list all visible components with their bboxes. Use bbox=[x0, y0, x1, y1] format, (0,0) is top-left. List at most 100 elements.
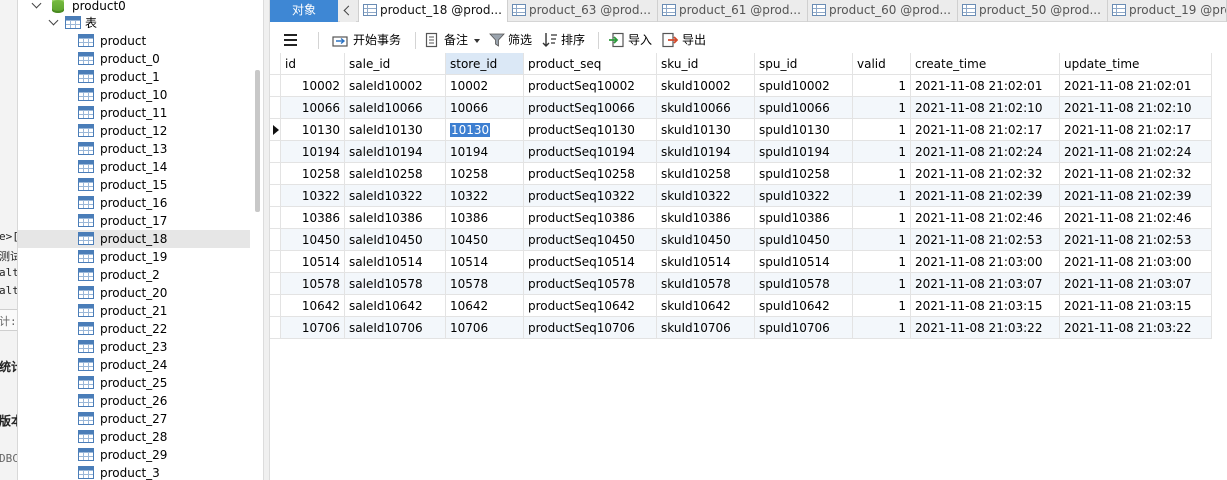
grid-cell-store-id[interactable]: 10386 bbox=[446, 207, 524, 229]
grid-cell-create-time[interactable]: 2021-11-08 21:02:39 bbox=[911, 185, 1060, 207]
grid-cell-spu-id[interactable]: spuId10002 bbox=[755, 75, 853, 97]
grid-cell-sku-id[interactable]: skuId10386 bbox=[657, 207, 755, 229]
grid-cell-valid[interactable]: 1 bbox=[853, 295, 911, 317]
menu-icon[interactable] bbox=[284, 34, 297, 46]
tree-item-product-3[interactable]: product_3 bbox=[18, 464, 250, 480]
tree-item-product-2[interactable]: product_2 bbox=[18, 266, 250, 284]
grid-cell-product-seq[interactable]: productSeq10130 bbox=[524, 119, 657, 141]
caret-down-icon[interactable] bbox=[474, 39, 480, 43]
grid-cell-valid[interactable]: 1 bbox=[853, 141, 911, 163]
table-row[interactable]: 10258 saleId10258 10258 productSeq10258 skuI… bbox=[270, 163, 1212, 185]
grid-cell-valid[interactable]: 1 bbox=[853, 185, 911, 207]
tree-item-product-29[interactable]: product_29 bbox=[18, 446, 250, 464]
grid-cell-create-time[interactable]: 2021-11-08 21:02:46 bbox=[911, 207, 1060, 229]
column-header-valid[interactable]: valid bbox=[853, 53, 911, 75]
grid-cell-store-id[interactable]: 10514 bbox=[446, 251, 524, 273]
tree-item-product-25[interactable]: product_25 bbox=[18, 374, 250, 392]
tab-table[interactable]: product_19 @prod bbox=[1108, 0, 1227, 22]
grid-cell-create-time[interactable]: 2021-11-08 21:02:24 bbox=[911, 141, 1060, 163]
grid-cell-store-id[interactable]: 10578 bbox=[446, 273, 524, 295]
tab-table[interactable]: product_60 @prod... bbox=[808, 0, 958, 22]
tree-item-product-20[interactable]: product_20 bbox=[18, 284, 250, 302]
table-row[interactable]: 10002 saleId10002 10002 productSeq10002 skuI… bbox=[270, 75, 1212, 97]
column-header-update-time[interactable]: update_time bbox=[1060, 53, 1212, 75]
grid-cell-spu-id[interactable]: spuId10706 bbox=[755, 317, 853, 339]
tree-item-product-16[interactable]: product_16 bbox=[18, 194, 250, 212]
grid-cell-store-id[interactable]: 10130 bbox=[446, 119, 524, 141]
grid-cell-create-time[interactable]: 2021-11-08 21:03:07 bbox=[911, 273, 1060, 295]
grid-cell-create-time[interactable]: 2021-11-08 21:03:22 bbox=[911, 317, 1060, 339]
grid-cell-store-id[interactable]: 10194 bbox=[446, 141, 524, 163]
grid-cell-product-seq[interactable]: productSeq10258 bbox=[524, 163, 657, 185]
grid-cell-store-id[interactable]: 10066 bbox=[446, 97, 524, 119]
grid-cell-valid[interactable]: 1 bbox=[853, 119, 911, 141]
grid-cell-id[interactable]: 10194 bbox=[281, 141, 345, 163]
grid-cell-id[interactable]: 10514 bbox=[281, 251, 345, 273]
column-header-create-time[interactable]: create_time bbox=[911, 53, 1060, 75]
grid-cell-sku-id[interactable]: skuId10194 bbox=[657, 141, 755, 163]
grid-cell-product-seq[interactable]: productSeq10514 bbox=[524, 251, 657, 273]
grid-cell-sku-id[interactable]: skuId10642 bbox=[657, 295, 755, 317]
tree-item-product-27[interactable]: product_27 bbox=[18, 410, 250, 428]
grid-cell-id[interactable]: 10450 bbox=[281, 229, 345, 251]
tree-item-product-14[interactable]: product_14 bbox=[18, 158, 250, 176]
tree-item-product[interactable]: product bbox=[18, 32, 250, 50]
grid-cell-update-time[interactable]: 2021-11-08 21:03:07 bbox=[1060, 273, 1212, 295]
chevron-down-icon[interactable] bbox=[48, 15, 59, 26]
grid-cell-sale-id[interactable]: saleId10642 bbox=[345, 295, 446, 317]
grid-cell-spu-id[interactable]: spuId10386 bbox=[755, 207, 853, 229]
grid-cell-update-time[interactable]: 2021-11-08 21:02:53 bbox=[1060, 229, 1212, 251]
grid-cell-store-id[interactable]: 10322 bbox=[446, 185, 524, 207]
tab-table[interactable]: product_50 @prod... bbox=[958, 0, 1108, 22]
grid-cell-spu-id[interactable]: spuId10322 bbox=[755, 185, 853, 207]
grid-cell-spu-id[interactable]: spuId10450 bbox=[755, 229, 853, 251]
grid-cell-store-id[interactable]: 10642 bbox=[446, 295, 524, 317]
grid-cell-product-seq[interactable]: productSeq10642 bbox=[524, 295, 657, 317]
grid-cell-valid[interactable]: 1 bbox=[853, 251, 911, 273]
grid-cell-update-time[interactable]: 2021-11-08 21:02:32 bbox=[1060, 163, 1212, 185]
tree-item-product-13[interactable]: product_13 bbox=[18, 140, 250, 158]
grid-cell-sku-id[interactable]: skuId10002 bbox=[657, 75, 755, 97]
grid-cell-update-time[interactable]: 2021-11-08 21:02:17 bbox=[1060, 119, 1212, 141]
grid-cell-create-time[interactable]: 2021-11-08 21:02:53 bbox=[911, 229, 1060, 251]
grid-cell-sku-id[interactable]: skuId10130 bbox=[657, 119, 755, 141]
grid-cell-product-seq[interactable]: productSeq10194 bbox=[524, 141, 657, 163]
grid-cell-create-time[interactable]: 2021-11-08 21:02:01 bbox=[911, 75, 1060, 97]
grid-cell-sale-id[interactable]: saleId10194 bbox=[345, 141, 446, 163]
grid-cell-sku-id[interactable]: skuId10450 bbox=[657, 229, 755, 251]
grid-cell-id[interactable]: 10386 bbox=[281, 207, 345, 229]
grid-cell-id[interactable]: 10322 bbox=[281, 185, 345, 207]
grid-cell-store-id[interactable]: 10258 bbox=[446, 163, 524, 185]
tree-scrollbar[interactable] bbox=[255, 70, 260, 212]
grid-cell-product-seq[interactable]: productSeq10386 bbox=[524, 207, 657, 229]
tree-item-product-0[interactable]: product_0 bbox=[18, 50, 250, 68]
column-header-product-seq[interactable]: product_seq bbox=[524, 53, 657, 75]
tree-item-product-22[interactable]: product_22 bbox=[18, 320, 250, 338]
grid-cell-create-time[interactable]: 2021-11-08 21:03:15 bbox=[911, 295, 1060, 317]
tree-item-product-10[interactable]: product_10 bbox=[18, 86, 250, 104]
grid-cell-spu-id[interactable]: spuId10578 bbox=[755, 273, 853, 295]
grid-cell-update-time[interactable]: 2021-11-08 21:02:39 bbox=[1060, 185, 1212, 207]
grid-cell-spu-id[interactable]: spuId10194 bbox=[755, 141, 853, 163]
grid-cell-update-time[interactable]: 2021-11-08 21:03:15 bbox=[1060, 295, 1212, 317]
grid-cell-store-id[interactable]: 10450 bbox=[446, 229, 524, 251]
grid-cell-id[interactable]: 10002 bbox=[281, 75, 345, 97]
tree-item-product-23[interactable]: product_23 bbox=[18, 338, 250, 356]
column-header-id[interactable]: id bbox=[281, 53, 345, 75]
tree-item-product-12[interactable]: product_12 bbox=[18, 122, 250, 140]
grid-cell-sale-id[interactable]: saleId10130 bbox=[345, 119, 446, 141]
row-indicator[interactable] bbox=[270, 75, 281, 97]
row-indicator[interactable] bbox=[270, 185, 281, 207]
tree-item-product-26[interactable]: product_26 bbox=[18, 392, 250, 410]
grid-cell-sale-id[interactable]: saleId10386 bbox=[345, 207, 446, 229]
grid-cell-id[interactable]: 10706 bbox=[281, 317, 345, 339]
grid-cell-sale-id[interactable]: saleId10066 bbox=[345, 97, 446, 119]
table-row[interactable]: 10322 saleId10322 10322 productSeq10322 skuI… bbox=[270, 185, 1212, 207]
tree-item-product-21[interactable]: product_21 bbox=[18, 302, 250, 320]
grid-cell-valid[interactable]: 1 bbox=[853, 317, 911, 339]
grid-cell-store-id[interactable]: 10706 bbox=[446, 317, 524, 339]
grid-cell-sale-id[interactable]: saleId10322 bbox=[345, 185, 446, 207]
grid-cell-create-time[interactable]: 2021-11-08 21:02:32 bbox=[911, 163, 1060, 185]
grid-cell-valid[interactable]: 1 bbox=[853, 75, 911, 97]
row-indicator[interactable] bbox=[270, 251, 281, 273]
